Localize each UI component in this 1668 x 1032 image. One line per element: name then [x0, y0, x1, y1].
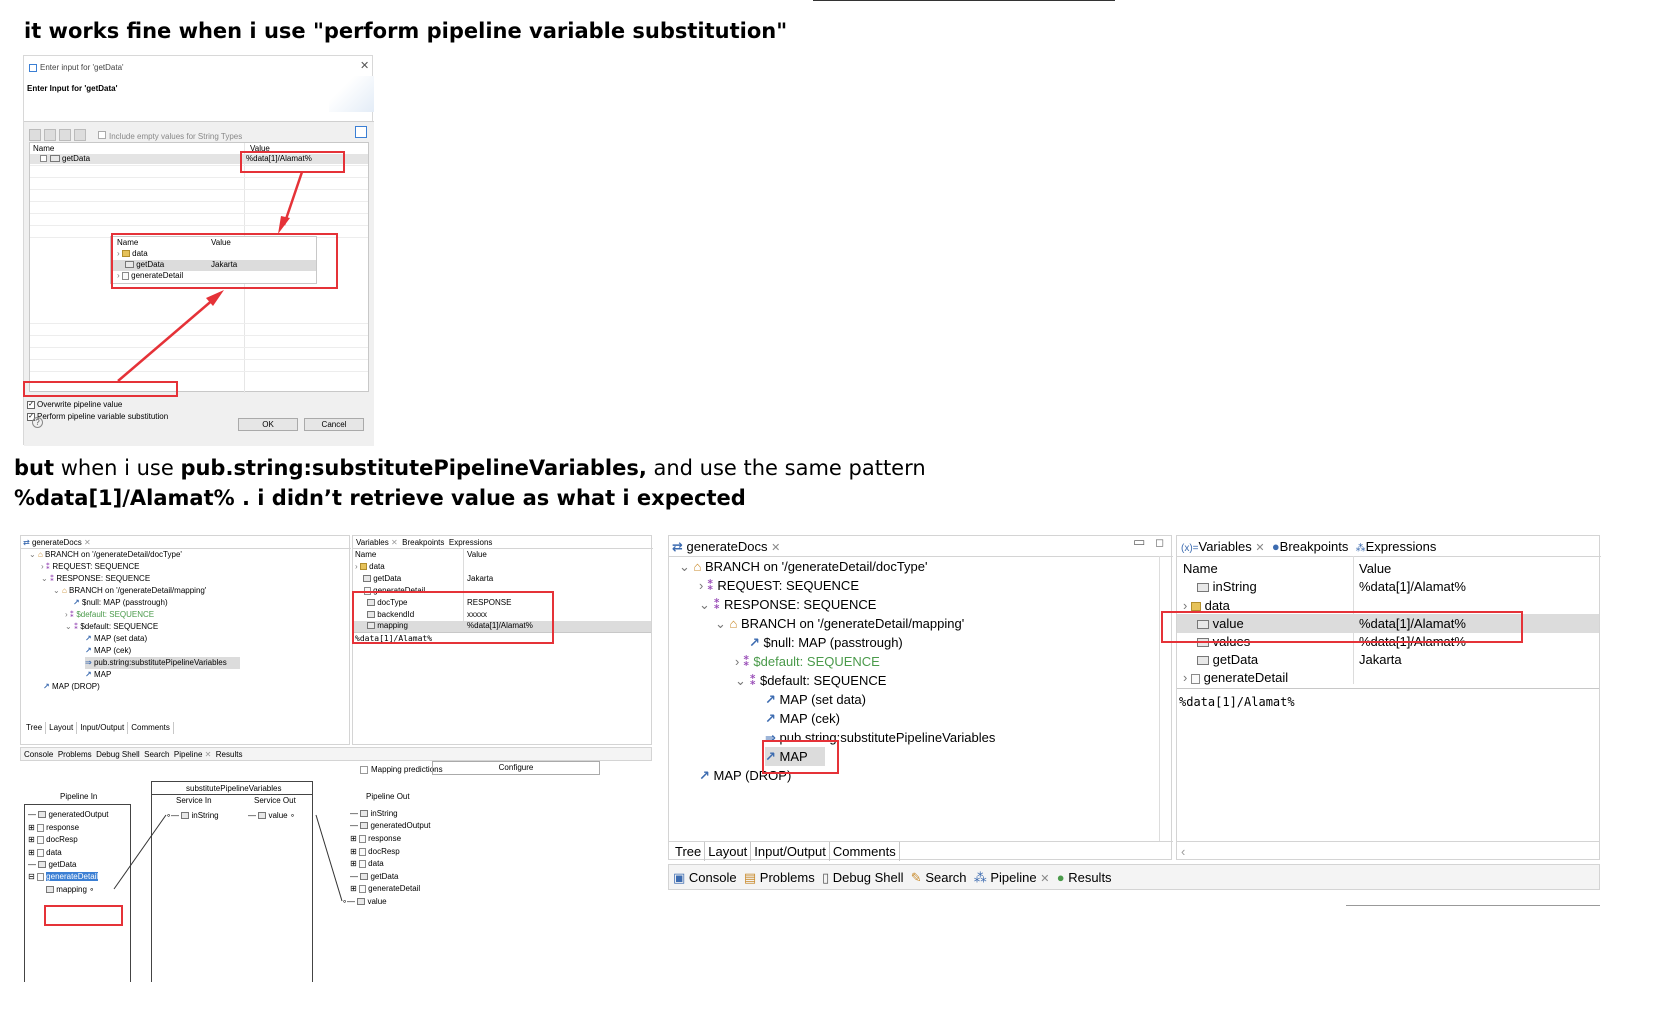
- annotation-arrows: [117, 171, 304, 382]
